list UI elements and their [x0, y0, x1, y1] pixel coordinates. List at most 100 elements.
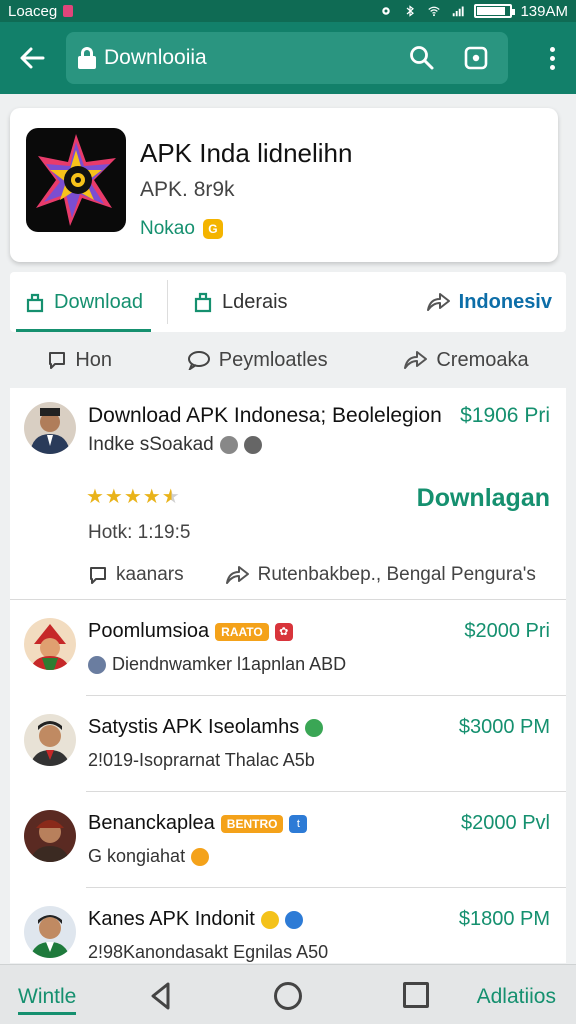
details-tab-icon	[194, 292, 212, 313]
list-item[interactable]: Poomlumsioa RAATO ✿ $2000 Pri Diendnwamk…	[24, 600, 566, 696]
developer-name[interactable]: Nokao	[140, 218, 195, 240]
featured-subtitle: Indke sSoakad	[88, 434, 262, 456]
notification-icon	[63, 5, 74, 17]
chat-bubble-icon	[187, 351, 210, 370]
tab-download-label: Download	[54, 290, 143, 313]
tab-bar: Download Lderais Indonesiv	[10, 272, 566, 332]
item-title: Satystis APK Iseolamhs	[88, 716, 324, 739]
item-subtitle: 2!019-Isoprarnat Thalac A5b	[88, 750, 315, 771]
tab-switcher-icon	[464, 46, 488, 70]
featured-item[interactable]: Download APK Indonesa; Beolelegion $1906…	[10, 388, 566, 600]
nav-recents-icon[interactable]	[403, 982, 429, 1008]
nav-right-tab[interactable]: Adlatiios	[477, 985, 556, 1009]
emoji-icon	[260, 910, 279, 929]
item-badge: BENTRO	[220, 814, 284, 833]
settings-icon	[382, 7, 391, 15]
avatar	[24, 810, 76, 862]
verified-icon	[284, 910, 303, 929]
item-subtitle-text: 2!019-Isoprarnat Thalac A5b	[88, 750, 315, 770]
info-icon: t	[289, 814, 308, 833]
tab-download[interactable]: Download	[10, 272, 157, 332]
comment-icon	[90, 567, 106, 584]
sub-tab-home-label: Hon	[75, 348, 113, 371]
overflow-menu-icon[interactable]	[540, 46, 564, 70]
tab-details-label: Lderais	[221, 290, 288, 313]
app-header-card: APK Inda lidnelihn APK. 8r9k Nokao G	[10, 108, 558, 262]
nav-home-icon[interactable]	[274, 982, 302, 1010]
item-title-text: Poomlumsioa	[88, 620, 210, 642]
emoji-icon	[243, 436, 262, 454]
featured-time: Hotk: 1:19:5	[88, 522, 191, 543]
item-badge: RAATO	[215, 622, 269, 641]
item-title-text: Benanckaplea	[88, 812, 215, 834]
comment-icon	[49, 352, 66, 369]
star-rating: ★★★★★	[86, 486, 181, 508]
sub-tab-payments[interactable]: Peymloatles	[187, 349, 328, 372]
sub-tab-share[interactable]: Cremoaka	[402, 349, 529, 372]
tab-indonesia-label: Indonesiv	[458, 290, 552, 313]
comment-action[interactable]: kaanars	[88, 564, 184, 586]
app-logo[interactable]	[26, 128, 126, 232]
url-text[interactable]: Downlooiia	[104, 46, 388, 70]
avatar	[24, 714, 76, 766]
tab-details[interactable]: Lderais	[178, 272, 302, 332]
featured-title: Download APK Indonesa; Beolelegion	[88, 404, 442, 427]
url-bar[interactable]: Downlooiia	[66, 32, 508, 84]
avatar	[24, 906, 76, 958]
nav-back-icon[interactable]	[148, 981, 174, 1011]
arrow-left-icon	[20, 47, 45, 69]
share-action[interactable]: Rutenbakbep., Bengal Pengura's	[224, 564, 536, 586]
developer-link[interactable]: Nokao G	[140, 218, 223, 240]
featured-subtitle-text: Indke sSoakad	[88, 434, 214, 455]
status-bar: Loaceg 139AM	[0, 0, 576, 22]
share-icon	[225, 566, 249, 584]
item-title: Poomlumsioa RAATO ✿	[88, 620, 293, 643]
verified-badge-icon: G	[202, 219, 223, 239]
item-subtitle: Diendnwamker l1apnlan ABD	[88, 654, 346, 675]
tabs-button[interactable]	[456, 38, 496, 78]
share-icon	[404, 351, 428, 369]
sub-tab-home[interactable]: Hon	[47, 349, 112, 372]
alert-icon: ✿	[274, 622, 293, 641]
item-subtitle: G kongiahat	[88, 846, 210, 867]
avatar	[24, 618, 76, 670]
item-title-text: Kanes APK Indonit	[88, 908, 255, 930]
download-tab-icon	[26, 293, 44, 313]
item-title: Kanes APK Indonit	[88, 908, 303, 931]
emoji-icon	[219, 436, 238, 454]
app-title: APK Inda lidnelihn	[140, 138, 353, 168]
app-subtitle: APK. 8r9k	[140, 178, 235, 201]
back-button[interactable]	[12, 38, 52, 78]
screen: Loaceg 139AM Downlooiia APK Inda lidneli…	[0, 0, 576, 1024]
avatar	[24, 402, 76, 454]
app-bar: Downlooiia	[0, 22, 576, 94]
sub-tab-payments-label: Peymloatles	[218, 348, 328, 371]
item-price: $3000 PM	[458, 716, 550, 738]
search-button[interactable]	[402, 38, 442, 78]
battery-icon	[474, 4, 516, 18]
list-item[interactable]: Satystis APK Iseolamhs $3000 PM 2!019-Is…	[24, 696, 566, 792]
nav-left-tab[interactable]: Wintle	[18, 985, 77, 1015]
item-subtitle-text: G kongiahat	[88, 846, 186, 866]
item-price: $1800 PM	[458, 908, 550, 930]
item-price: $2000 Pvl	[461, 812, 550, 834]
tab-divider	[166, 280, 168, 324]
tab-indonesia[interactable]: Indonesiv	[411, 272, 566, 332]
emoji-icon	[305, 718, 324, 737]
share-action-label: Rutenbakbep., Bengal Pengura's	[257, 564, 536, 585]
download-button[interactable]: Downlagan	[417, 484, 550, 513]
list-item[interactable]: Benanckaplea BENTRO t $2000 Pvl G kongia…	[24, 792, 566, 888]
item-subtitle-text: Diendnwamker l1apnlan ABD	[112, 654, 347, 674]
item-subtitle: 2!98Kanondasakt Egnilas A50	[88, 942, 328, 963]
emoji-icon	[191, 847, 210, 866]
search-icon	[410, 46, 434, 70]
user-icon	[88, 655, 106, 674]
battery-fill	[477, 7, 505, 15]
lock-icon	[78, 47, 96, 69]
clock: 139AM	[520, 2, 568, 20]
apk-list: Download APK Indonesa; Beolelegion $1906…	[10, 388, 566, 963]
wifi-icon	[428, 6, 441, 17]
featured-price: $1906 Pri	[460, 404, 550, 427]
sub-tab-bar: Hon Peymloatles Cremoaka	[10, 338, 566, 382]
item-title-text: Satystis APK Iseolamhs	[88, 716, 300, 738]
